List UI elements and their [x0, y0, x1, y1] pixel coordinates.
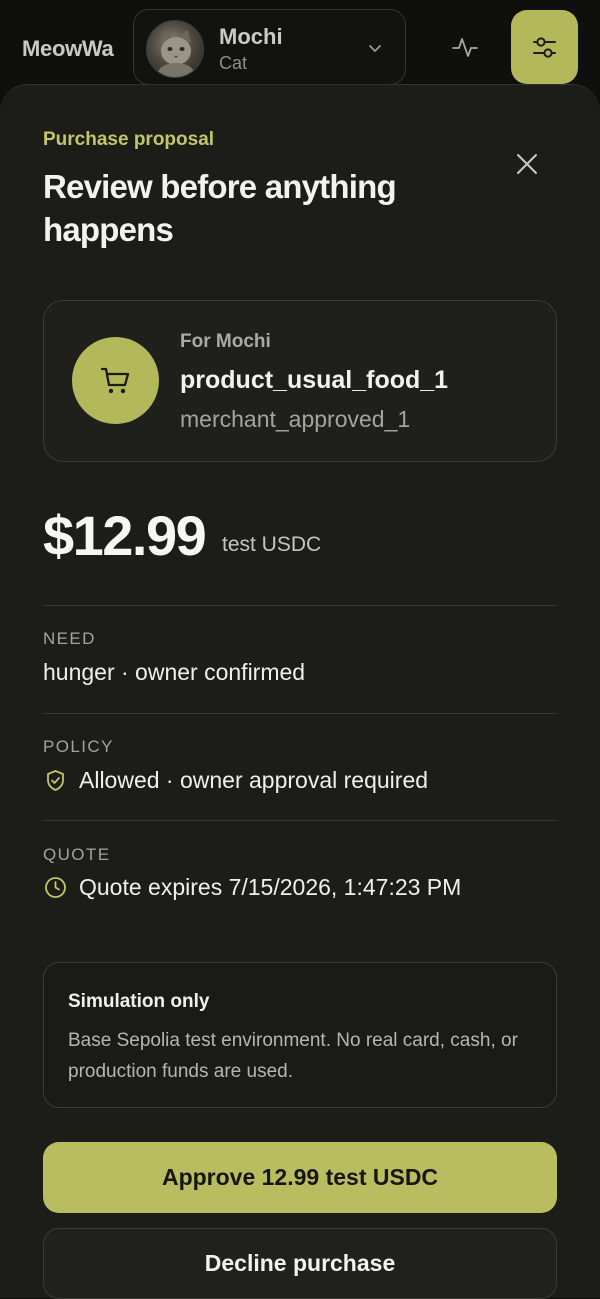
shield-check-icon — [47, 770, 64, 791]
product-for-label: For Mochi — [180, 331, 271, 352]
sliders-icon — [533, 37, 556, 58]
approve-button[interactable]: Approve 12.99 test USDC — [43, 1142, 557, 1213]
cart-badge — [72, 337, 159, 424]
chevron-down-icon — [369, 45, 381, 52]
price-unit: test USDC — [222, 533, 322, 556]
divider — [43, 820, 557, 821]
pet-kind: Cat — [219, 53, 248, 73]
simulation-notice: Simulation only Base Sepolia test enviro… — [43, 962, 557, 1108]
decline-button[interactable]: Decline purchase — [43, 1228, 557, 1299]
brand-logo: MeowWa — [22, 36, 114, 61]
pet-switcher[interactable]: Mochi Cat — [133, 9, 406, 85]
policy-label: POLICY — [43, 737, 114, 756]
close-button[interactable] — [510, 147, 544, 181]
need-label: NEED — [43, 629, 96, 648]
top-bar: MeowWa Mochi Cat — [0, 0, 600, 96]
quote-value: Quote expires 7/15/2026, 1:47:23 PM — [79, 874, 462, 900]
activity-pulse-icon — [452, 38, 478, 57]
activity-button[interactable] — [444, 26, 486, 68]
close-icon — [517, 154, 537, 174]
divider — [43, 713, 557, 714]
filters-button[interactable] — [511, 10, 578, 84]
purchase-proposal-sheet: Purchase proposal Review before anything… — [0, 84, 600, 1299]
clock-icon — [45, 877, 66, 898]
merchant-name: merchant_approved_1 — [180, 406, 411, 432]
pet-name: Mochi — [219, 24, 283, 49]
sheet-title: Review before anything happens — [43, 168, 397, 248]
product-name: product_usual_food_1 — [180, 366, 449, 394]
need-value: hunger · owner confirmed — [43, 659, 306, 685]
policy-value: Allowed · owner approval required — [79, 767, 429, 793]
quote-label: QUOTE — [43, 845, 111, 864]
sheet-eyebrow: Purchase proposal — [43, 129, 215, 150]
product-card: For Mochi product_usual_food_1 merchant_… — [43, 300, 557, 462]
simulation-title: Simulation only — [68, 991, 210, 1012]
price-amount: $12.99 — [43, 504, 207, 567]
simulation-body: Base Sepolia test environment. No real c… — [68, 1030, 518, 1082]
cart-icon — [100, 367, 130, 394]
divider — [43, 605, 557, 606]
pet-avatar — [146, 20, 204, 78]
